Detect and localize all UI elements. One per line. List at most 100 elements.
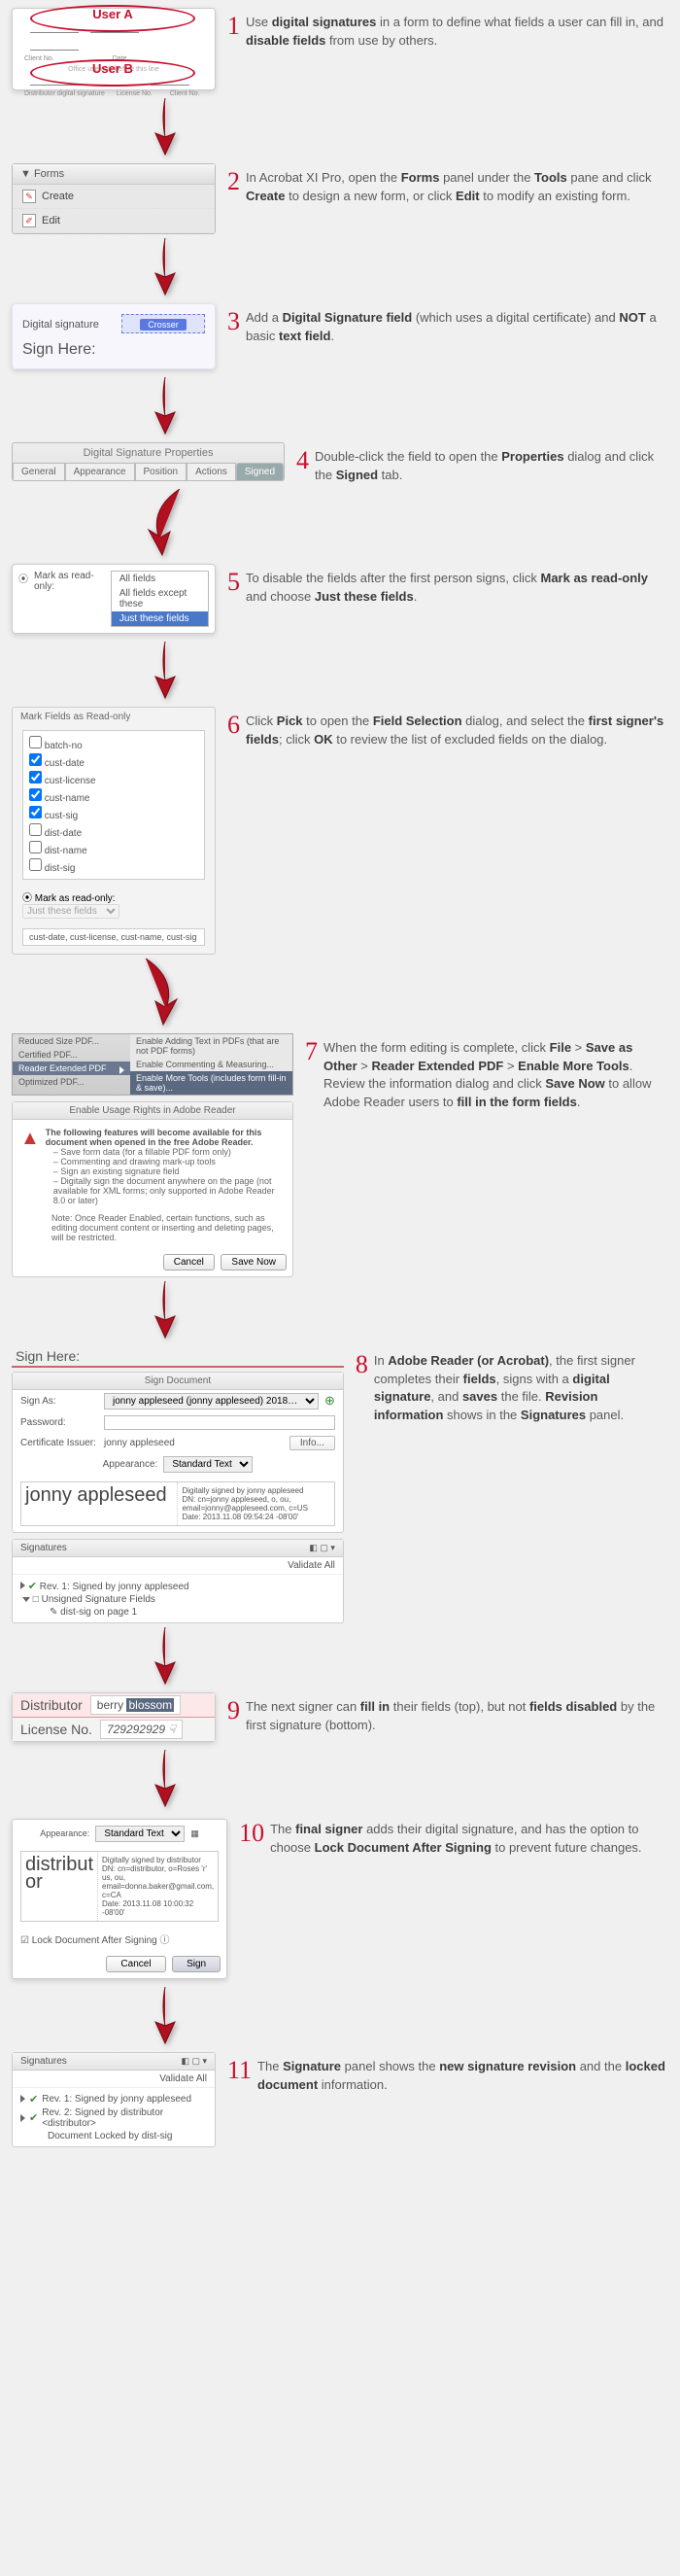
field-checkbox[interactable]: batch-no: [27, 735, 200, 752]
field-checkbox[interactable]: dist-name: [27, 840, 200, 857]
validate-all-button[interactable]: Validate All: [13, 2071, 215, 2088]
option-all-except[interactable]: All fields except these: [112, 586, 208, 611]
option-just-these[interactable]: Just these fields: [112, 611, 208, 626]
form-mockup: User A Client No.Date Office use only be…: [12, 8, 216, 90]
panel-toolbar[interactable]: ◧ ▢ ▾: [181, 2056, 207, 2067]
step-number-9: 9: [227, 1698, 240, 1735]
arrow-icon: [146, 642, 185, 700]
password-input[interactable]: [104, 1415, 335, 1430]
arrow-icon: [146, 238, 185, 296]
user-a-oval: User A: [30, 5, 195, 32]
check-icon: ✔: [28, 1581, 37, 1592]
check-icon: ✔: [29, 2111, 38, 2124]
sig-field-label: Digital signature: [22, 319, 99, 331]
step-text-7: When the form editing is complete, click…: [323, 1039, 668, 1112]
menu-optimized[interactable]: Optimized PDF...: [13, 1075, 130, 1089]
arrow-icon: [146, 98, 185, 157]
locked-line: Document Locked by dist-sig: [48, 2131, 172, 2141]
submenu-more-tools[interactable]: Enable More Tools (includes form fill-in…: [130, 1071, 292, 1095]
license-value: 729292929 ☟: [100, 1720, 183, 1739]
mark-ro-dropdown[interactable]: All fields All fields except these Just …: [111, 571, 209, 627]
mark-read-only-control[interactable]: ⦿ Mark as read-only: All fields All fiel…: [12, 564, 216, 634]
sign-as-select[interactable]: jonny appleseed (jonny appleseed) 2018…: [104, 1393, 319, 1410]
sign-button[interactable]: Sign: [172, 1956, 221, 1972]
submenu-add-text[interactable]: Enable Adding Text in PDFs (that are not…: [130, 1034, 292, 1058]
step-number-7: 7: [305, 1039, 318, 1112]
appearance-select[interactable]: Standard Text: [95, 1826, 185, 1842]
cursor-icon: ☟: [168, 1723, 175, 1736]
lock-document-checkbox[interactable]: ☑ Lock Document After Signing ⓘ: [13, 1928, 226, 1950]
rights-intro: The following features will become avail…: [46, 1128, 285, 1147]
step-text-2: In Acrobat XI Pro, open the Forms panel …: [246, 169, 668, 206]
file-submenu: Reduced Size PDF... Certified PDF... Rea…: [12, 1033, 293, 1096]
tab-position[interactable]: Position: [135, 463, 187, 480]
step-number-11: 11: [227, 2058, 252, 2095]
edit-icon: ✐: [22, 214, 36, 227]
plus-icon[interactable]: ⊕: [324, 1393, 335, 1409]
appearance-label: Appearance:: [40, 1828, 89, 1838]
field-checkbox[interactable]: dist-date: [27, 822, 200, 840]
rights-item: Digitally sign the document anywhere on …: [53, 1176, 285, 1205]
submenu-commenting[interactable]: Enable Commenting & Measuring...: [130, 1058, 292, 1071]
cancel-button[interactable]: Cancel: [106, 1956, 165, 1972]
sign-here-label: Sign Here:: [22, 341, 205, 359]
field-checkbox[interactable]: cust-sig: [27, 805, 200, 822]
step-number-2: 2: [227, 169, 240, 206]
tab-appearance[interactable]: Appearance: [65, 463, 135, 480]
foot-select[interactable]: Just these fields: [22, 904, 119, 919]
tab-signed[interactable]: Signed: [236, 463, 284, 480]
panel-toolbar[interactable]: ◧ ▢ ▾: [309, 1543, 335, 1553]
rev1-line: Rev. 1: Signed by jonny appleseed: [42, 2094, 191, 2105]
create-button[interactable]: ✎Create: [13, 185, 215, 209]
edit-button[interactable]: ✐Edit: [13, 209, 215, 233]
info-button[interactable]: Info...: [289, 1436, 335, 1450]
digital-signature-field[interactable]: Digital signature Crosser Sign Here:: [12, 303, 216, 369]
mark-ro-label: Mark as read-only:: [34, 571, 105, 592]
forms-panel: ▼ Forms ✎Create ✐Edit: [12, 163, 216, 234]
forms-panel-header[interactable]: ▼ Forms: [13, 164, 215, 185]
unsigned-line: Unsigned Signature Fields: [42, 1594, 155, 1605]
step-number-5: 5: [227, 570, 240, 607]
menu-reduced-size[interactable]: Reduced Size PDF...: [13, 1034, 130, 1048]
appearance-select[interactable]: Standard Text: [163, 1456, 253, 1473]
rev2-line: Rev. 2: Signed by distributor <distribut…: [42, 2107, 207, 2129]
arrow-icon: [146, 1281, 185, 1340]
field-checkbox[interactable]: cust-date: [27, 752, 200, 770]
sig-panel-title: Signatures: [20, 1543, 67, 1553]
properties-title: Digital Signature Properties: [13, 443, 284, 463]
field-checkbox[interactable]: cust-name: [27, 787, 200, 805]
menu-certified[interactable]: Certified PDF...: [13, 1048, 130, 1062]
tab-general[interactable]: General: [13, 463, 65, 480]
help-icon[interactable]: ⓘ: [160, 1935, 170, 1946]
page-line: dist-sig on page 1: [60, 1607, 137, 1618]
step-number-10: 10: [239, 1821, 264, 1858]
step-text-1: Use digital signatures in a form to defi…: [246, 14, 668, 51]
user-b-oval: User B: [30, 59, 195, 87]
step-text-9: The next signer can fill in their fields…: [246, 1698, 668, 1735]
menu-reader-extended[interactable]: Reader Extended PDF: [13, 1062, 130, 1075]
cert-label: Certificate Issuer:: [20, 1438, 98, 1448]
rights-note: Note: Once Reader Enabled, certain funct…: [13, 1213, 292, 1248]
edit-appearance-icon[interactable]: ▦: [190, 1828, 199, 1839]
sig-meta: Digitally signed by distributorDN: cn=di…: [97, 1852, 218, 1921]
check-icon: ✔: [29, 2093, 38, 2106]
license-label: License No.: [20, 1722, 92, 1737]
tab-actions[interactable]: Actions: [187, 463, 236, 480]
distributor-input[interactable]: berry blossom: [90, 1695, 181, 1715]
sign-doc-title: Sign Document: [13, 1373, 343, 1390]
sig-field-placeholder: Crosser: [140, 319, 187, 331]
signatures-panel-final: Signatures◧ ▢ ▾ Validate All ✔ Rev. 1: S…: [12, 2052, 216, 2147]
validate-all-button[interactable]: Validate All: [13, 1557, 343, 1575]
selected-fields-output: cust-date, cust-license, cust-name, cust…: [22, 928, 205, 946]
save-now-button[interactable]: Save Now: [221, 1254, 287, 1271]
signature-preview: distributor Digitally signed by distribu…: [20, 1851, 219, 1922]
cert-value: jonny appleseed: [104, 1438, 175, 1448]
field-checkbox[interactable]: cust-license: [27, 770, 200, 787]
arrow-icon: [141, 489, 189, 557]
arrow-icon: [146, 1987, 185, 2045]
foot-label: Mark as read-only:: [35, 893, 116, 904]
cancel-button[interactable]: Cancel: [163, 1254, 215, 1271]
rights-item: Save form data (for a fillable PDF form …: [53, 1147, 285, 1157]
field-checkbox[interactable]: dist-sig: [27, 857, 200, 875]
option-all-fields[interactable]: All fields: [112, 572, 208, 586]
